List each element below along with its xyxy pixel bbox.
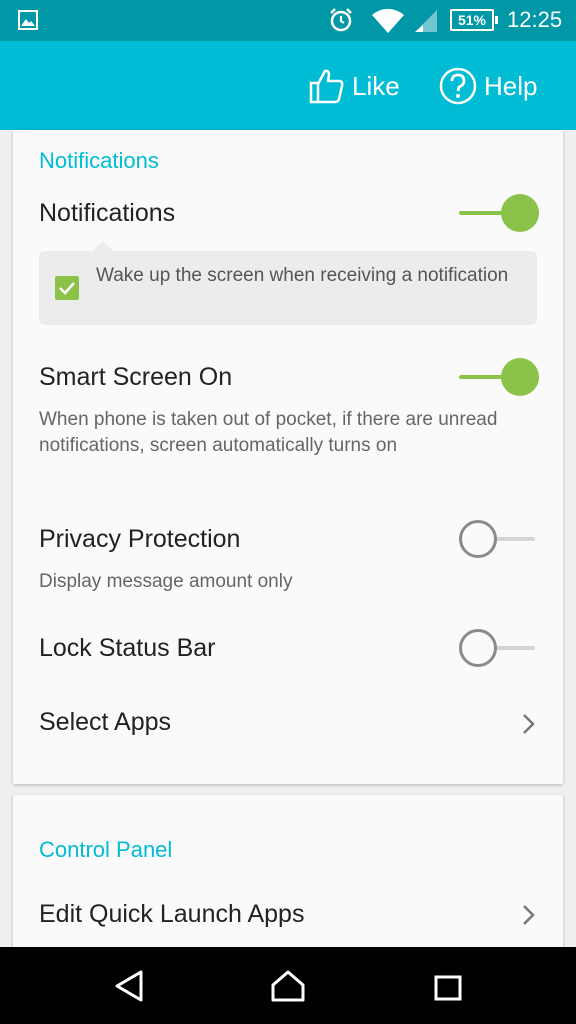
notifications-card: Notifications Notifications Wake up the …	[13, 130, 563, 784]
recent-apps-icon[interactable]	[434, 975, 462, 1001]
clock: 12:25	[507, 7, 563, 32]
select-apps-title: Select Apps	[39, 708, 172, 736]
back-icon[interactable]	[113, 969, 145, 1003]
privacy-protection-title: Privacy Protection	[39, 525, 241, 553]
app-bar: Like Help	[0, 41, 576, 130]
gallery-notification-icon	[18, 10, 38, 30]
privacy-protection-switch[interactable]	[459, 519, 539, 559]
home-icon[interactable]	[270, 969, 306, 1003]
lock-status-bar-title: Lock Status Bar	[39, 634, 216, 662]
navigation-bar	[0, 947, 576, 1024]
help-button[interactable]: Help	[438, 66, 537, 106]
alarm-icon	[330, 8, 352, 32]
smart-screen-description: When phone is taken out of pocket, if th…	[39, 409, 498, 456]
thumbs-up-icon	[309, 69, 344, 104]
section-header-notifications: Notifications	[39, 148, 159, 173]
like-button[interactable]: Like	[308, 66, 400, 106]
notifications-title: Notifications	[39, 199, 176, 227]
smart-screen-title: Smart Screen On	[39, 363, 233, 391]
edit-quick-launch-row[interactable]: Edit Quick Launch Apps	[13, 885, 563, 945]
like-label: Like	[352, 70, 400, 101]
notifications-switch[interactable]	[459, 193, 539, 233]
check-icon	[59, 282, 75, 295]
edit-quick-launch-title: Edit Quick Launch Apps	[39, 900, 305, 928]
wake-screen-label: Wake up the screen when receiving a noti…	[96, 265, 509, 286]
wake-screen-checkbox[interactable]	[55, 276, 79, 300]
wifi-icon	[372, 8, 404, 33]
battery-indicator: 51%	[450, 9, 498, 31]
smart-screen-switch[interactable]	[459, 357, 539, 397]
chevron-right-icon	[523, 905, 535, 925]
chevron-right-icon	[523, 714, 535, 734]
status-bar: 51% 12:25	[0, 0, 576, 41]
privacy-protection-description: Display message amount only	[39, 571, 293, 592]
section-header-control-panel: Control Panel	[39, 837, 173, 862]
control-panel-card: Control Panel Edit Quick Launch Apps	[13, 795, 563, 955]
wake-screen-option[interactable]: Wake up the screen when receiving a noti…	[39, 241, 537, 325]
lock-status-bar-switch[interactable]	[459, 628, 539, 668]
select-apps-row[interactable]: Select Apps	[13, 690, 563, 760]
help-icon	[439, 67, 477, 105]
help-label: Help	[484, 70, 538, 101]
cell-signal-icon	[415, 10, 437, 32]
